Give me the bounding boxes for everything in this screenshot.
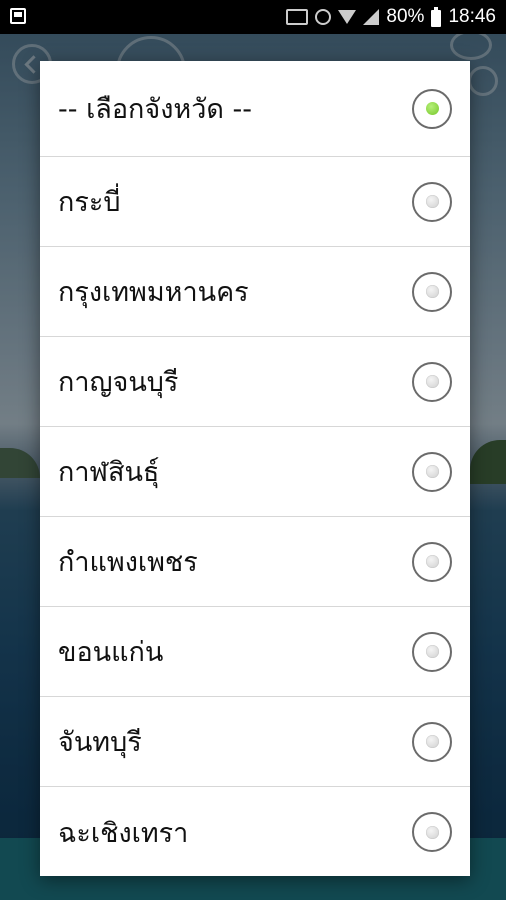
province-picker-dialog: -- เลือกจังหวัด -- กระบี่ กรุงเทพมหานคร … (40, 61, 470, 876)
signal-icon (363, 9, 380, 25)
option-select-province[interactable]: -- เลือกจังหวัด -- (40, 61, 470, 157)
option-chanthaburi[interactable]: จันทบุรี (40, 697, 470, 787)
radio-button[interactable] (412, 631, 452, 672)
option-label: -- เลือกจังหวัด -- (58, 94, 252, 125)
option-label: ขอนแก่น (58, 637, 164, 668)
radio-dot (425, 375, 439, 388)
option-label: กระบี่ (58, 187, 121, 218)
radio-dot (425, 555, 439, 568)
option-bangkok[interactable]: กรุงเทพมหานคร (40, 247, 470, 337)
mute-icon (286, 9, 309, 25)
option-kanchanaburi[interactable]: กาญจนบุรี (40, 337, 470, 427)
radio-dot (425, 825, 439, 839)
radio-button[interactable] (412, 271, 452, 312)
option-label: กรุงเทพมหานคร (58, 277, 249, 308)
alarm-icon (315, 9, 332, 25)
radio-dot (425, 645, 439, 658)
option-kalasin[interactable]: กาฬสินธุ์ (40, 427, 470, 517)
battery-percent: 80% (386, 6, 425, 27)
option-kamphaeng-phet[interactable]: กำแพงเพชร (40, 517, 470, 607)
option-khon-kaen[interactable]: ขอนแก่น (40, 607, 470, 697)
radio-dot (425, 195, 439, 208)
radio-button[interactable] (412, 721, 452, 762)
radio-button[interactable] (412, 361, 452, 402)
option-chachoengsao[interactable]: ฉะเชิงเทรา (40, 787, 470, 876)
radio-button[interactable] (412, 451, 452, 492)
status-bar: 80% 18:46 (0, 0, 506, 34)
radio-button[interactable] (412, 181, 452, 222)
battery-icon (431, 6, 442, 27)
option-label: ฉะเชิงเทรา (58, 817, 189, 849)
notification-icon (10, 8, 26, 24)
clock: 18:46 (448, 6, 496, 27)
wifi-icon (338, 10, 357, 24)
radio-dot (425, 735, 439, 748)
option-krabi[interactable]: กระบี่ (40, 157, 470, 247)
radio-button[interactable] (412, 88, 452, 129)
option-label: กำแพงเพชร (58, 547, 198, 578)
option-label: กาญจนบุรี (58, 367, 179, 398)
option-label: จันทบุรี (58, 727, 142, 758)
radio-button[interactable] (412, 812, 452, 852)
radio-button[interactable] (412, 541, 452, 582)
radio-dot (425, 465, 439, 478)
option-label: กาฬสินธุ์ (58, 457, 160, 488)
radio-dot (425, 102, 439, 115)
radio-dot (425, 285, 439, 298)
